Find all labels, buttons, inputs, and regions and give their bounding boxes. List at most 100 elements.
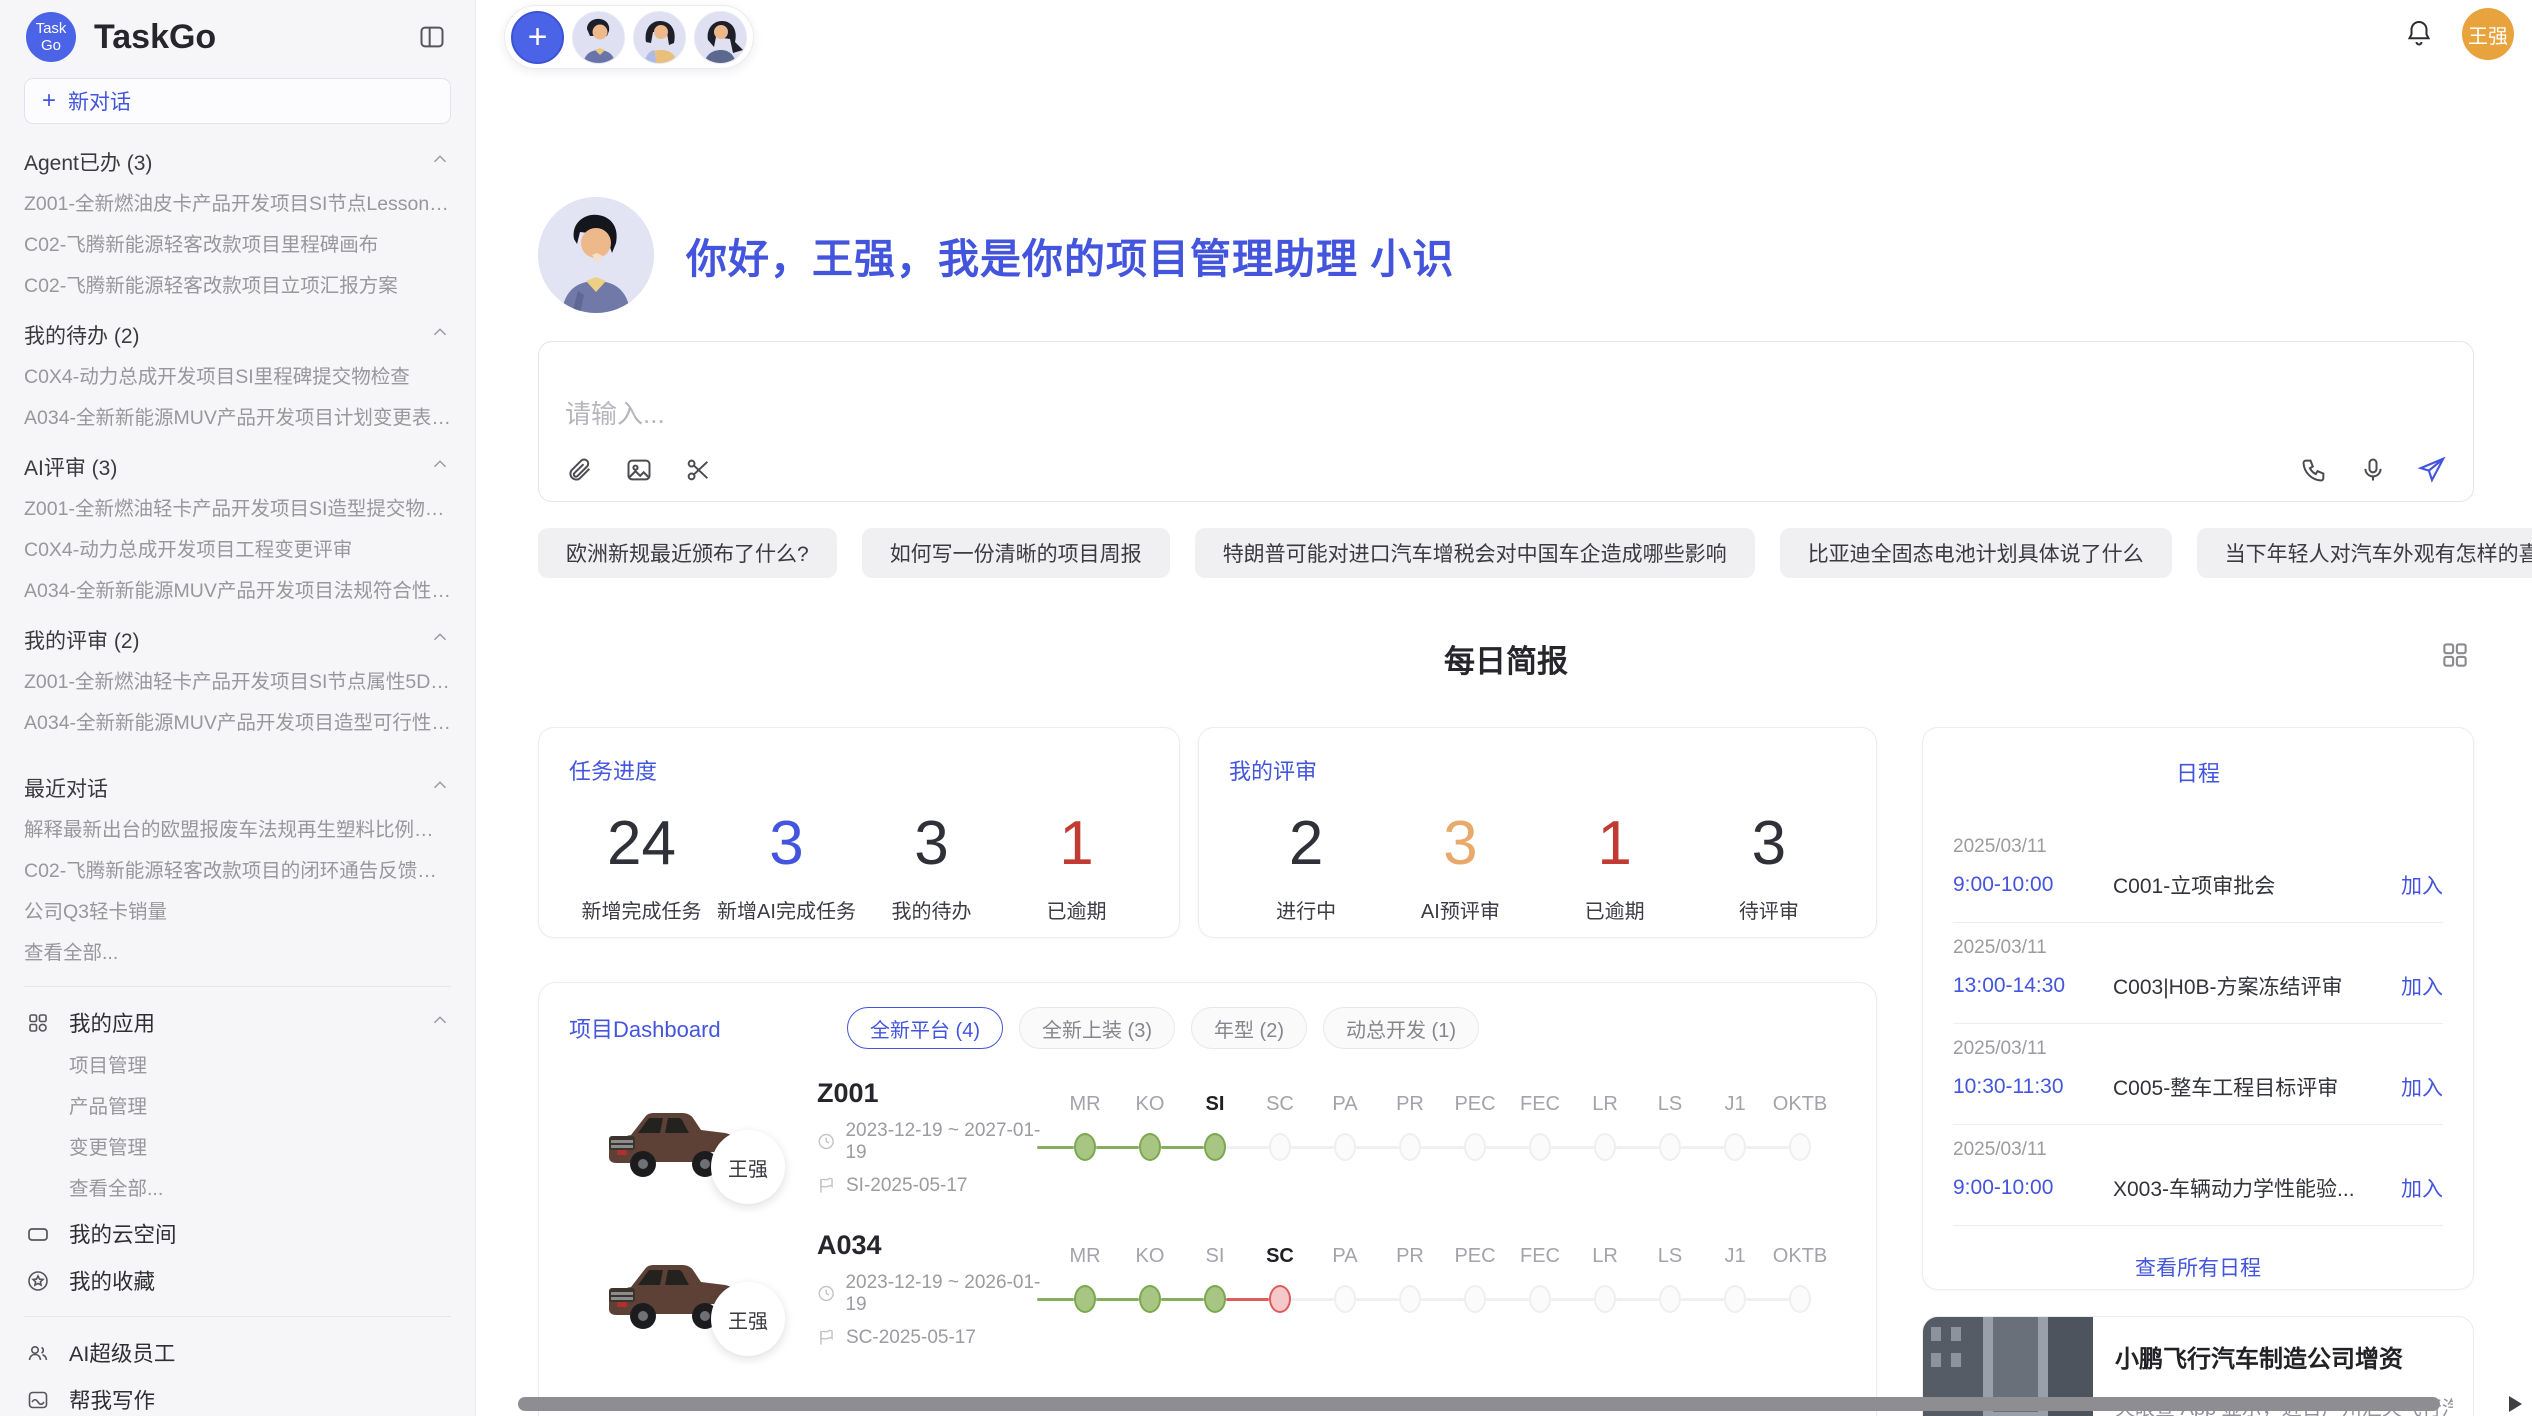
sidebar-list-item[interactable]: A034-全新新能源MUV产品开发项目造型可行性评审 <box>24 703 451 744</box>
sidebar-item-ai-employee[interactable]: AI超级员工 <box>24 1329 451 1376</box>
join-meeting-link[interactable]: 加入 <box>2401 870 2443 900</box>
chevron-up-icon[interactable] <box>429 453 451 481</box>
suggestion-chip[interactable]: 特朗普可能对进口汽车增税会对中国车企造成哪些影响 <box>1195 528 1755 578</box>
app-sub-item[interactable]: 产品管理 <box>24 1087 451 1128</box>
sidebar-list-item[interactable]: C0X4-动力总成开发项目SI里程碑提交物检查 <box>24 357 451 398</box>
stat-value: 1 <box>1004 808 1149 879</box>
app-sub-item[interactable]: 查看全部... <box>24 1169 451 1210</box>
project-filter-tab[interactable]: 全新上装 (3) <box>1019 1007 1175 1049</box>
sidebar-section-header[interactable]: AI评审 (3) <box>24 445 451 489</box>
sidebar-item-cloud-space[interactable]: 我的云空间 <box>24 1210 451 1257</box>
my-apps-label: 我的应用 <box>69 1007 412 1038</box>
main-area: + 王强 你好，王强，我是你的项目管理助理 小识 <box>476 0 2532 1416</box>
schedule-date: 2025/03/11 <box>1953 1139 2443 1161</box>
suggestion-chip[interactable]: 比亚迪全固态电池计划具体说了什么 <box>1780 528 2172 578</box>
recent-chat-item[interactable]: C02-飞腾新能源轻客改款项目的闭环通告反馈情况 <box>24 851 451 892</box>
stat-item: 3待评审 <box>1692 808 1846 924</box>
stat-label: 新增AI完成任务 <box>714 895 859 924</box>
chevron-up-icon[interactable] <box>429 1009 451 1037</box>
sidebar-list-item[interactable]: A034-全新新能源MUV产品开发项目计划变更表编写 <box>24 398 451 439</box>
sidebar-list-item[interactable]: Z001-全新燃油轻卡产品开发项目SI节点属性5D文件评审 <box>24 662 451 703</box>
sidebar-list-item[interactable]: C0X4-动力总成开发项目工程变更评审 <box>24 530 451 571</box>
sidebar-list-item[interactable]: C02-飞腾新能源轻客改款项目里程碑画布 <box>24 225 451 266</box>
milestone-label: SI <box>1185 1093 1245 1119</box>
assistant-greeting-block: 你好，王强，我是你的项目管理助理 小识 <box>538 197 1454 313</box>
flag-icon <box>817 1176 836 1195</box>
milestone-track: MRKOSISCPAPRPECFECLRLSJ1OKTB <box>1055 1241 1846 1337</box>
chevron-up-icon[interactable] <box>429 321 451 349</box>
avatar[interactable] <box>694 11 747 64</box>
avatar[interactable] <box>572 11 625 64</box>
suggestion-chip[interactable]: 当下年轻人对汽车外观有怎样的喜好趋势 <box>2197 528 2532 578</box>
chevron-up-icon[interactable] <box>429 626 451 654</box>
app-sub-item[interactable]: 变更管理 <box>24 1128 451 1169</box>
project-row[interactable]: 王强A0342023-12-19 ~ 2026-01-19SC-2025-05-… <box>569 1225 1846 1353</box>
sidebar-section-header[interactable]: 我的待办 (2) <box>24 313 451 357</box>
recent-chat-item[interactable]: 解释最新出台的欧盟报废车法规再生塑料比例被调至15%... <box>24 810 451 851</box>
layout-grid-icon[interactable] <box>2440 640 2470 675</box>
milestone-dot <box>1269 1133 1291 1161</box>
input-tools-left <box>563 453 715 487</box>
chat-input[interactable] <box>565 394 2165 444</box>
app-sub-item[interactable]: 项目管理 <box>24 1046 451 1087</box>
view-all-schedule-link[interactable]: 查看所有日程 <box>1953 1252 2443 1282</box>
project-row[interactable]: 王强Z0012023-12-19 ~ 2027-01-19SI-2025-05-… <box>569 1073 1846 1201</box>
attachment-icon[interactable] <box>563 453 597 487</box>
project-filter-tab[interactable]: 动总开发 (1) <box>1323 1007 1479 1049</box>
chevron-up-icon[interactable] <box>429 774 451 802</box>
recent-chat-item[interactable]: 公司Q3轻卡销量 <box>24 892 451 933</box>
microphone-icon[interactable] <box>2356 453 2390 487</box>
recent-chat-item[interactable]: 查看全部... <box>24 933 451 974</box>
suggestion-chip[interactable]: 如何写一份清晰的项目周报 <box>862 528 1170 578</box>
sidebar-list-item[interactable]: A034-全新新能源MUV产品开发项目法规符合性评审 <box>24 571 451 612</box>
scissors-icon[interactable] <box>681 453 715 487</box>
sidebar-list-item[interactable]: Z001-全新燃油轻卡产品开发项目SI造型提交物评审 <box>24 489 451 530</box>
sidebar-list-item[interactable]: C02-飞腾新能源轻客改款项目立项汇报方案 <box>24 266 451 307</box>
milestone-dot <box>1594 1133 1616 1161</box>
horizontal-scrollbar[interactable] <box>518 1397 2440 1411</box>
send-icon[interactable] <box>2415 453 2449 487</box>
milestone-dot <box>1074 1285 1096 1313</box>
stat-label: AI预评审 <box>1383 895 1537 924</box>
chevron-up-icon[interactable] <box>429 148 451 176</box>
phone-call-icon[interactable] <box>2297 453 2331 487</box>
sidebar-section-header[interactable]: 我的评审 (2) <box>24 618 451 662</box>
project-filter-tab[interactable]: 年型 (2) <box>1191 1007 1307 1049</box>
join-meeting-link[interactable]: 加入 <box>2401 1072 2443 1102</box>
milestone-node: KO <box>1120 1245 1180 1313</box>
milestone-node: PEC <box>1445 1093 1505 1161</box>
avatar[interactable] <box>633 11 686 64</box>
milestone-dot <box>1529 1285 1551 1313</box>
sidebar-list-item[interactable]: Z001-全新燃油皮卡产品开发项目SI节点Lesson Learn报告 <box>24 184 451 225</box>
milestone-node: KO <box>1120 1093 1180 1161</box>
sidebar-item-write-helper[interactable]: 帮我写作 <box>24 1376 451 1416</box>
sidebar-item-favorites[interactable]: 我的收藏 <box>24 1257 451 1304</box>
suggestion-chip[interactable]: 欧洲新规最近颁布了什么? <box>538 528 837 578</box>
project-filter-tab[interactable]: 全新平台 (4) <box>847 1007 1003 1049</box>
collapse-sidebar-icon[interactable] <box>415 20 449 54</box>
add-session-button[interactable]: + <box>511 11 564 64</box>
new-chat-button[interactable]: + 新对话 <box>24 78 451 124</box>
scroll-right-arrow-icon[interactable] <box>2509 1396 2522 1412</box>
notifications-bell-icon[interactable] <box>2404 17 2434 52</box>
sidebar-section-header[interactable]: 最近对话 <box>24 766 451 810</box>
schedule-date: 2025/03/11 <box>1953 937 2443 959</box>
project-dates: 2023-12-19 ~ 2026-01-19 <box>817 1272 1055 1316</box>
image-upload-icon[interactable] <box>622 453 656 487</box>
sidebar-section-header[interactable]: Agent已办 (3) <box>24 140 451 184</box>
sidebar-item-my-apps[interactable]: 我的应用 <box>24 999 451 1046</box>
milestone-node: PA <box>1315 1245 1375 1313</box>
milestone-node: LS <box>1640 1245 1700 1313</box>
schedule-item: 2025/03/1110:30-11:30C005-整车工程目标评审加入 <box>1953 1024 2443 1125</box>
project-image-wrap: 王强 <box>593 1236 745 1342</box>
join-meeting-link[interactable]: 加入 <box>2401 971 2443 1001</box>
milestone-dot <box>1464 1133 1486 1161</box>
tool-label: 帮我写作 <box>69 1384 451 1415</box>
schedule-title: 日程 <box>1953 756 2443 788</box>
milestone-label: PR <box>1380 1093 1440 1119</box>
daily-briefing-header: 每日简报 <box>538 636 2474 680</box>
user-avatar[interactable]: 王强 <box>2462 8 2514 60</box>
section-label: 我的评审 (2) <box>24 625 140 655</box>
milestone-node: OKTB <box>1770 1245 1830 1313</box>
join-meeting-link[interactable]: 加入 <box>2401 1173 2443 1203</box>
